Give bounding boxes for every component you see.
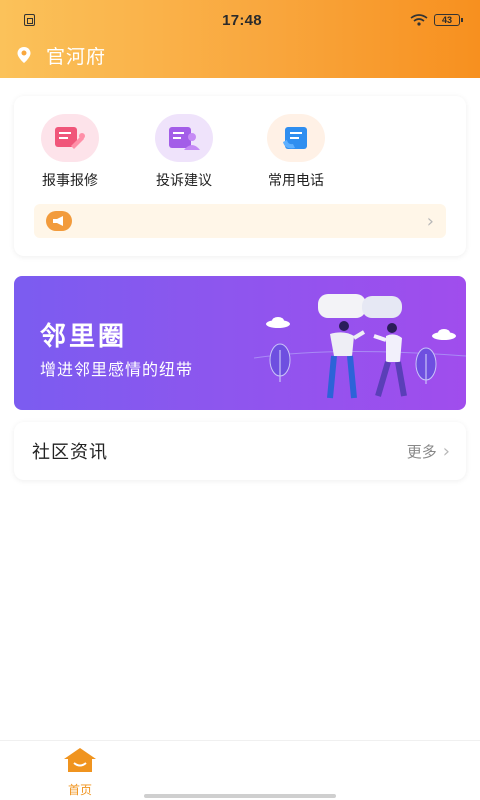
- news-more-link[interactable]: 更多 ›: [407, 441, 450, 462]
- service-label: 报事报修: [42, 173, 98, 189]
- chevron-right-icon: ›: [426, 210, 434, 232]
- battery-icon: 43: [434, 14, 463, 26]
- phone-book-icon: [283, 127, 307, 149]
- status-time: 17:48: [222, 11, 262, 29]
- services-card: 报事报修 投诉建议 常用电话 ›: [14, 96, 466, 256]
- neighborhood-banner[interactable]: 邻里圈 增进邻里感情的纽带: [14, 276, 466, 410]
- service-complaint[interactable]: 投诉建议: [134, 114, 234, 190]
- service-label: 常用电话: [268, 173, 324, 189]
- location-selector[interactable]: 官河府: [16, 40, 106, 70]
- location-name: 官河府: [46, 45, 107, 68]
- wifi-icon: [410, 14, 428, 26]
- news-title: 社区资讯: [32, 442, 108, 463]
- sim-icon: [24, 14, 35, 26]
- banner-subtitle: 增进邻里感情的纽带: [40, 360, 194, 379]
- chevron-right-icon: ›: [442, 440, 450, 462]
- home-icon: [64, 748, 96, 772]
- home-indicator: [144, 794, 336, 798]
- service-phone[interactable]: 常用电话: [246, 114, 346, 190]
- service-repair[interactable]: 报事报修: [20, 114, 120, 190]
- location-pin-icon: [17, 47, 31, 63]
- people-chatting-illustration: [254, 294, 466, 399]
- megaphone-icon: [46, 211, 72, 231]
- banner-title: 邻里圈: [40, 322, 128, 352]
- tab-home-label: 首页: [67, 783, 92, 797]
- repair-icon: [55, 127, 85, 149]
- status-bar: 17:48 43: [0, 0, 480, 40]
- notice-bar[interactable]: ›: [34, 204, 446, 238]
- complaint-icon: [169, 127, 200, 150]
- more-label: 更多: [406, 442, 437, 461]
- community-news-card: 社区资讯 更多 ›: [14, 422, 466, 480]
- bottom-tab-bar: 首页: [0, 740, 480, 800]
- service-label: 投诉建议: [156, 173, 212, 189]
- tab-home[interactable]: 首页: [54, 747, 106, 798]
